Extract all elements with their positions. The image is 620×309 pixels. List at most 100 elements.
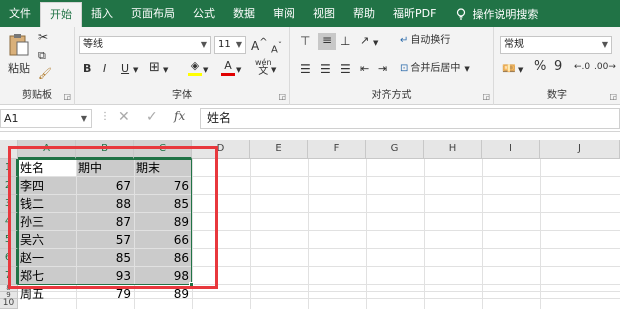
increase-indent-icon[interactable]: ⇥ xyxy=(378,62,387,76)
merge-center-button[interactable]: ⊡ 合并后居中 ▼ xyxy=(400,62,470,76)
align-right-icon[interactable]: ☰ xyxy=(340,62,351,76)
number-group: 常规 ▼ 💴 ▼ % 9 ←.0 .00→ 数字 ◲ xyxy=(494,27,620,105)
tab-home[interactable]: 开始 xyxy=(40,2,82,27)
merge-center-icon: ⊡ xyxy=(400,63,409,74)
number-launcher-icon[interactable]: ◲ xyxy=(609,92,617,101)
row-header-5[interactable]: 5 xyxy=(0,231,18,249)
formula-bar-grip-icon: ⋮ xyxy=(100,111,110,122)
chevron-down-icon[interactable]: ▼ xyxy=(203,63,208,77)
font-color-swatch xyxy=(221,73,235,76)
align-left-icon[interactable]: ☰ xyxy=(300,62,311,76)
comma-style-button[interactable]: 9 xyxy=(554,60,562,74)
tab-file[interactable]: 文件 xyxy=(0,0,40,27)
column-header-d[interactable]: D xyxy=(192,140,250,159)
borders-icon[interactable]: ⊞ xyxy=(149,61,160,75)
tab-foxit-pdf[interactable]: 福昕PDF xyxy=(384,0,445,27)
italic-button[interactable]: I xyxy=(103,62,106,76)
chevron-down-icon[interactable]: ▼ xyxy=(163,63,168,77)
font-launcher-icon[interactable]: ◲ xyxy=(278,92,286,101)
paste-button[interactable]: 粘贴 xyxy=(6,32,32,76)
wrap-text-button[interactable]: ↵ 自动换行 xyxy=(400,34,450,48)
worksheet-grid[interactable]: A B C D E F G H I J 1 2 3 4 5 6 7 8 9 10 xyxy=(0,132,620,309)
percent-button[interactable]: % xyxy=(534,60,546,74)
formula-bar: A1 ▼ ⋮ ✕ ✓ fx 姓名 xyxy=(0,105,620,132)
cut-icon[interactable]: ✂ xyxy=(38,30,48,44)
grow-font-button[interactable]: A^ xyxy=(251,36,268,53)
name-box[interactable]: A1 ▼ xyxy=(0,109,92,128)
underline-button[interactable]: U xyxy=(121,62,129,76)
tell-me-search[interactable]: 操作说明搜索 xyxy=(445,6,538,22)
font-color-button[interactable]: A xyxy=(221,59,235,76)
insert-function-button[interactable]: fx xyxy=(174,109,185,123)
align-bottom-icon[interactable]: ⊥ xyxy=(340,34,350,48)
alignment-launcher-icon[interactable]: ◲ xyxy=(482,92,490,101)
column-header-a[interactable]: A xyxy=(18,140,76,159)
fill-handle[interactable] xyxy=(189,282,194,287)
enter-icon[interactable]: ✓ xyxy=(146,109,158,125)
shrink-font-button[interactable]: Aˇ xyxy=(271,38,282,57)
table-cell[interactable]: 周五 xyxy=(18,285,76,303)
select-all-button[interactable] xyxy=(0,140,18,159)
row-header-2[interactable]: 2 xyxy=(0,177,18,195)
alignment-group: ⊤ ≡ ⊥ ↗ ▼ ☰ ☰ ☰ ⇤ ⇥ ↵ 自动换行 ⊡ 合并后居中 ▼ 对齐方式 ◲ xyxy=(290,27,494,105)
clipboard-group: 粘贴 ✂ ⧉ 🖌 剪贴板 ◲ xyxy=(0,27,75,105)
orientation-icon[interactable]: ↗ xyxy=(360,34,369,48)
chevron-down-icon[interactable]: ▼ xyxy=(271,63,276,77)
tab-review[interactable]: 审阅 xyxy=(264,0,304,27)
tab-insert[interactable]: 插入 xyxy=(82,0,122,27)
accounting-format-icon[interactable]: 💴 xyxy=(502,62,516,76)
align-middle-icon[interactable]: ≡ xyxy=(318,33,336,50)
chevron-down-icon[interactable]: ▼ xyxy=(236,63,241,77)
row-header-7[interactable]: 7 xyxy=(0,267,18,285)
font-group: 等线 ▼ 11 ▼ A^ Aˇ B I U ▼ ⊞ ▼ ◈ ▼ A ▼ wén 文 ▼… xyxy=(75,27,290,105)
ribbon-tabs: 文件 开始 插入 页面布局 公式 数据 审阅 视图 帮助 福昕PDF 操作说明搜… xyxy=(0,0,620,27)
chevron-down-icon[interactable]: ▼ xyxy=(518,63,523,77)
search-label: 操作说明搜索 xyxy=(472,7,539,21)
grow-font-label: A xyxy=(251,39,260,53)
alignment-group-label: 对齐方式 xyxy=(371,90,412,101)
column-header-c[interactable]: C xyxy=(134,140,192,159)
column-header-g[interactable]: G xyxy=(366,140,424,159)
bold-button[interactable]: B xyxy=(83,62,91,76)
column-header-j[interactable]: J xyxy=(540,140,620,159)
font-size-dropdown[interactable]: 11 ▼ xyxy=(214,36,246,54)
lightbulb-icon xyxy=(457,7,466,20)
row-header-4[interactable]: 4 xyxy=(0,213,18,231)
column-header-b[interactable]: B xyxy=(76,140,134,159)
font-name-value: 等线 xyxy=(83,39,103,50)
tab-view[interactable]: 视图 xyxy=(304,0,344,27)
table-cell[interactable]: 79 xyxy=(76,285,134,303)
font-name-dropdown[interactable]: 等线 ▼ xyxy=(79,36,211,54)
formula-input[interactable]: 姓名 xyxy=(200,108,620,129)
row-header-10[interactable]: 10 xyxy=(0,299,18,309)
row-header-3[interactable]: 3 xyxy=(0,195,18,213)
tab-help[interactable]: 帮助 xyxy=(344,0,384,27)
column-header-e[interactable]: E xyxy=(250,140,308,159)
align-top-icon[interactable]: ⊤ xyxy=(300,34,310,48)
column-header-f[interactable]: F xyxy=(308,140,366,159)
tab-formulas[interactable]: 公式 xyxy=(184,0,224,27)
cancel-icon[interactable]: ✕ xyxy=(118,109,130,125)
decrease-indent-icon[interactable]: ⇤ xyxy=(360,62,369,76)
copy-icon[interactable]: ⧉ xyxy=(38,49,46,63)
fill-color-button[interactable]: ◈ xyxy=(188,59,202,76)
tab-data[interactable]: 数据 xyxy=(224,0,264,27)
format-painter-icon[interactable]: 🖌 xyxy=(38,67,52,81)
clipboard-launcher-icon[interactable]: ◲ xyxy=(63,92,71,101)
table-cell[interactable]: 89 xyxy=(134,285,192,303)
cell-area[interactable]: 姓名 期中 期末 李四 67 76 钱二 88 85 孙三 87 89 吴六 5… xyxy=(18,159,620,309)
column-header-h[interactable]: H xyxy=(424,140,482,159)
increase-decimal-icon[interactable]: ←.0 xyxy=(574,60,590,74)
decrease-decimal-icon[interactable]: .00→ xyxy=(594,60,616,74)
tab-page-layout[interactable]: 页面布局 xyxy=(122,0,184,27)
column-header-i[interactable]: I xyxy=(482,140,540,159)
row-header-1[interactable]: 1 xyxy=(0,159,18,177)
align-center-icon[interactable]: ☰ xyxy=(320,62,331,76)
font-size-value: 11 xyxy=(218,39,231,50)
shrink-font-label: A xyxy=(271,44,278,56)
number-format-dropdown[interactable]: 常规 ▼ xyxy=(500,36,612,54)
row-header-6[interactable]: 6 xyxy=(0,249,18,267)
phonetic-guide-button[interactable]: wén 文 xyxy=(255,58,272,77)
chevron-down-icon[interactable]: ▼ xyxy=(373,36,378,50)
chevron-down-icon[interactable]: ▼ xyxy=(133,63,138,77)
